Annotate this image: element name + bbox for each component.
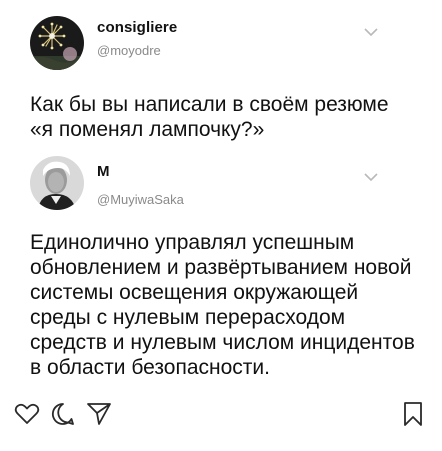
chevron-down-icon[interactable] — [362, 26, 380, 38]
comment-button[interactable] — [48, 399, 78, 429]
author-name[interactable]: consigliere — [97, 19, 177, 36]
bookmark-button[interactable] — [398, 399, 428, 429]
share-button[interactable] — [84, 399, 114, 429]
portrait-avatar-icon — [30, 156, 84, 210]
bookmark-icon — [404, 402, 422, 426]
tweet-card: M @MuyiwaSaka Единолично управлял успешн… — [0, 150, 442, 390]
tweet-text: Как бы вы написали в своём резюме «я пом… — [30, 93, 389, 141]
author-handle[interactable]: @moyodre — [97, 43, 161, 58]
chevron-down-icon[interactable] — [362, 171, 380, 183]
heart-icon — [14, 403, 40, 424]
action-bar — [0, 397, 442, 431]
tweet-text: Единолично управлял успешным обновлением… — [30, 231, 415, 379]
avatar[interactable] — [30, 156, 84, 210]
tweet-card: consigliere @moyodre Как бы вы написали … — [0, 0, 442, 150]
author-handle[interactable]: @MuyiwaSaka — [97, 192, 184, 207]
send-icon — [87, 403, 111, 425]
like-button[interactable] — [12, 399, 42, 429]
fireworks-avatar-icon — [30, 16, 84, 70]
avatar[interactable] — [30, 16, 84, 70]
author-name[interactable]: M — [97, 163, 110, 180]
comment-icon — [51, 403, 74, 425]
